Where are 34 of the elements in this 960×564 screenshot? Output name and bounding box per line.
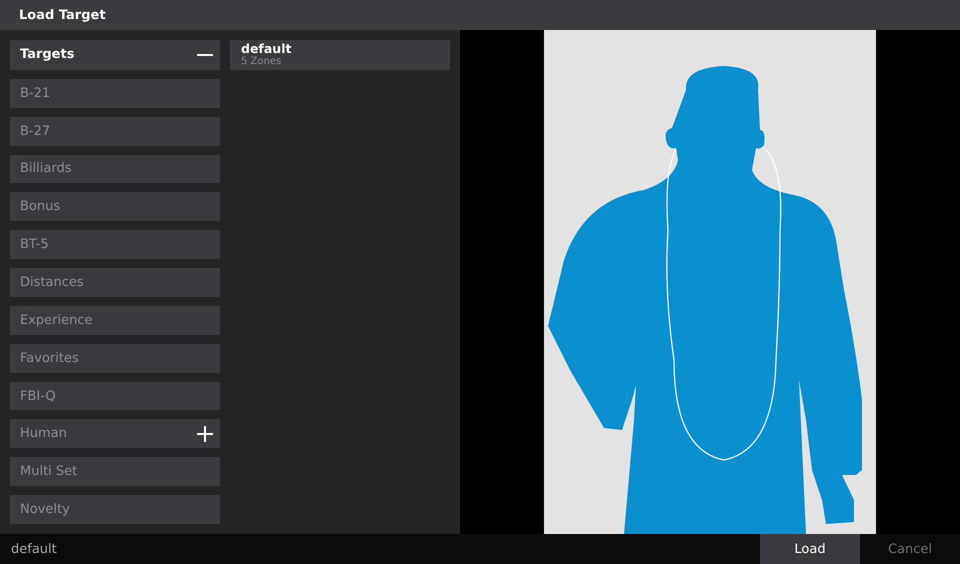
category-label: FBI-Q (20, 388, 56, 404)
target-file-item[interactable]: default 5 Zones (230, 40, 450, 70)
category-header-label: Targets (20, 47, 74, 62)
category-item[interactable]: Novelty (10, 495, 220, 524)
category-item[interactable]: B-21 (10, 78, 220, 108)
category-item[interactable]: Billiards (10, 154, 220, 184)
category-item[interactable]: Human (10, 419, 220, 448)
category-label: B-21 (20, 86, 50, 101)
category-item[interactable]: BT-5 (10, 230, 220, 260)
category-item[interactable]: Distances (10, 268, 220, 297)
category-label: Bonus (20, 199, 60, 214)
category-label: BT-5 (20, 237, 49, 252)
current-target-label: default (11, 542, 57, 556)
category-item[interactable]: Experience (10, 306, 220, 335)
category-label: Human (20, 426, 67, 442)
category-item[interactable]: B-27 (10, 116, 220, 146)
category-item[interactable]: FBI-Q (10, 382, 220, 410)
category-label: Multi Set (20, 464, 78, 480)
category-item[interactable]: Favorites (10, 344, 220, 373)
file-name: default (241, 42, 292, 56)
category-label: Novelty (20, 502, 70, 518)
dialog-button[interactable]: Cancel (860, 534, 960, 564)
window-title: Load Target (19, 8, 106, 22)
category-label: Experience (20, 312, 92, 328)
dialog-button[interactable]: Load (760, 534, 860, 564)
category-label: B-27 (20, 124, 50, 139)
plus-icon[interactable] (196, 424, 214, 443)
category-item[interactable]: Bonus (10, 192, 220, 222)
category-header[interactable]: Targets (10, 40, 220, 70)
category-label: Favorites (20, 350, 79, 366)
category-label: Billiards (20, 161, 72, 176)
category-item[interactable]: Multi Set (10, 457, 220, 486)
category-label: Distances (20, 274, 84, 290)
zone-count: 5 Zones (241, 56, 282, 68)
